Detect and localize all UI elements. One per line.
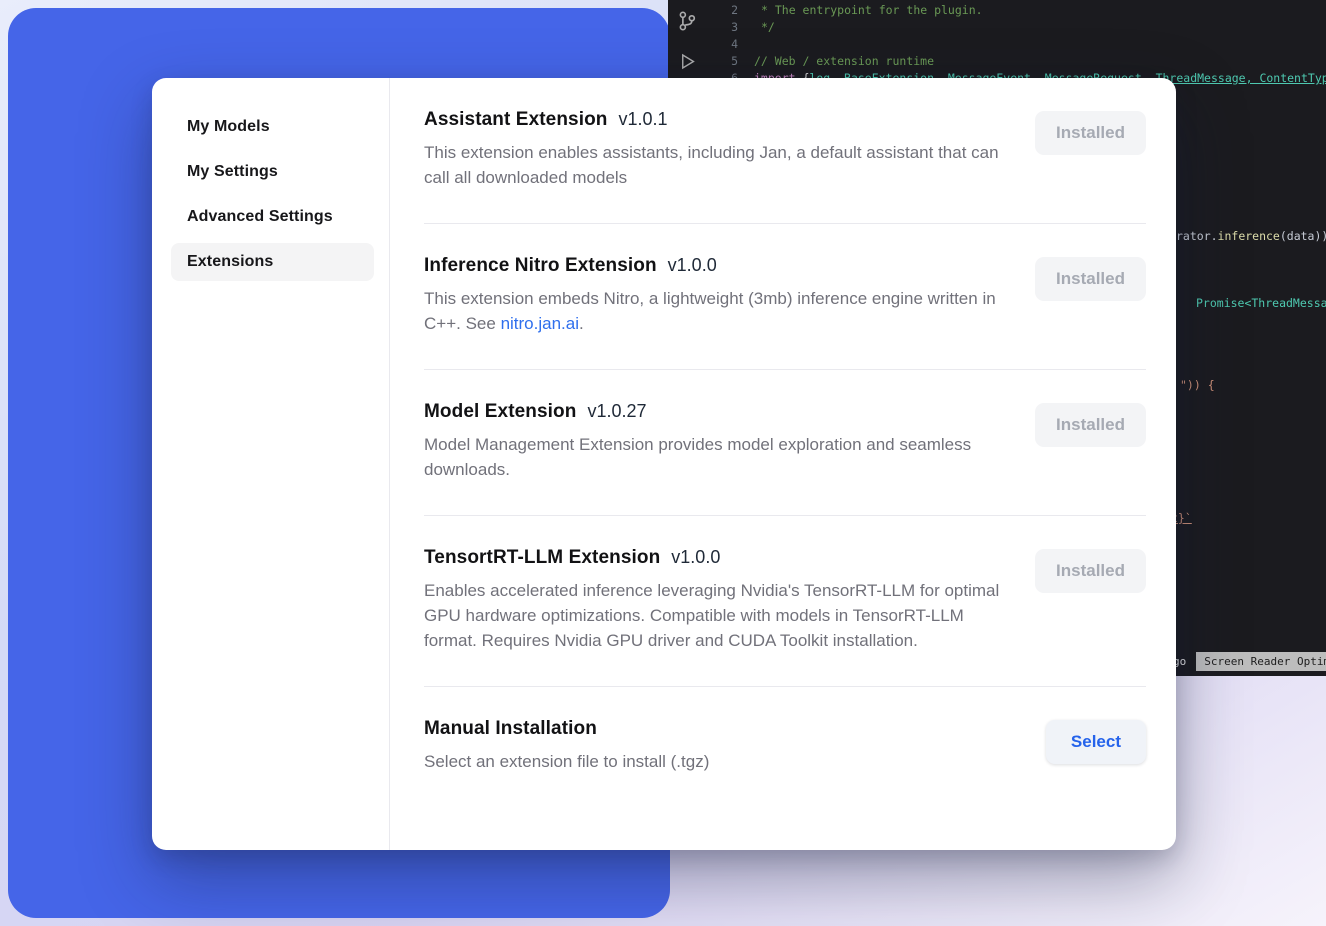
extension-description: This extension enables assistants, inclu… <box>424 140 1002 190</box>
extension-version: v1.0.0 <box>668 255 717 275</box>
extension-name: Model Extension <box>424 401 576 422</box>
code-fragment: rator.inference(data)); <box>1176 228 1326 245</box>
source-control-icon[interactable] <box>676 10 698 37</box>
extension-name: TensortRT-LLM Extension <box>424 547 660 568</box>
settings-sidebar: My Models My Settings Advanced Settings … <box>152 78 390 850</box>
extension-name: Assistant Extension <box>424 109 608 130</box>
extension-title-row: Model Extension v1.0.27 <box>424 401 1002 423</box>
code-text: ")) { <box>1180 378 1215 392</box>
extension-row-model: Model Extension v1.0.27 Model Management … <box>424 370 1146 516</box>
sidebar-item-my-models[interactable]: My Models <box>171 108 374 146</box>
select-button[interactable]: Select <box>1046 720 1146 764</box>
extension-description: Enables accelerated inference leveraging… <box>424 578 1002 653</box>
description-text: . <box>579 314 584 333</box>
code-text: inference <box>1218 229 1280 243</box>
sidebar-item-my-settings[interactable]: My Settings <box>171 153 374 191</box>
extension-info: TensortRT-LLM Extension v1.0.0 Enables ac… <box>424 547 1002 653</box>
extension-info: Model Extension v1.0.27 Model Management … <box>424 401 1002 482</box>
nitro-jan-ai-link[interactable]: nitro.jan.ai <box>501 314 579 333</box>
code-line: 4 <box>712 36 1326 53</box>
extension-row-tensorrt-llm: TensortRT-LLM Extension v1.0.0 Enables ac… <box>424 516 1146 687</box>
extension-info: Assistant Extension v1.0.1 This extension… <box>424 109 1002 190</box>
code-line: 5 // Web / extension runtime <box>712 53 1326 70</box>
installed-button[interactable]: Installed <box>1035 257 1146 301</box>
sidebar-item-advanced-settings[interactable]: Advanced Settings <box>171 198 374 236</box>
extension-description: This extension embeds Nitro, a lightweig… <box>424 286 1002 336</box>
line-number: 2 <box>712 2 744 19</box>
line-number: 5 <box>712 53 744 70</box>
code-text: (data)); <box>1280 229 1326 243</box>
extension-title-row: TensortRT-LLM Extension v1.0.0 <box>424 547 1002 569</box>
extension-row-assistant: Assistant Extension v1.0.1 This extension… <box>424 78 1146 224</box>
screenshot-stage: 2 * The entrypoint for the plugin. 3 */ … <box>0 0 1326 926</box>
extension-name: Manual Installation <box>424 718 597 739</box>
code-fragment: ")) { <box>1180 377 1215 394</box>
extension-version: v1.0.1 <box>619 109 668 129</box>
sidebar-item-extensions[interactable]: Extensions <box>171 243 374 281</box>
settings-card: My Models My Settings Advanced Settings … <box>152 78 1176 850</box>
extension-title-row: Assistant Extension v1.0.1 <box>424 109 1002 131</box>
code-text: // Web / extension runtime <box>754 53 934 70</box>
extension-info: Inference Nitro Extension v1.0.0 This ext… <box>424 255 1002 336</box>
line-number: 4 <box>712 36 744 53</box>
line-number: 3 <box>712 19 744 36</box>
extension-row-manual-installation: Manual Installation Select an extension … <box>424 687 1146 807</box>
editor-status-bar: go Screen Reader Optimized <box>1173 652 1326 671</box>
code-line: 2 * The entrypoint for the plugin. <box>712 2 1326 19</box>
extension-title-row: Manual Installation <box>424 718 709 740</box>
code-text: */ <box>754 19 775 36</box>
extension-version: v1.0.0 <box>671 547 720 567</box>
extensions-list: Assistant Extension v1.0.1 This extension… <box>390 78 1176 850</box>
code-line: 3 */ <box>712 19 1326 36</box>
installed-button[interactable]: Installed <box>1035 549 1146 593</box>
installed-button[interactable]: Installed <box>1035 111 1146 155</box>
extension-row-inference-nitro: Inference Nitro Extension v1.0.0 This ext… <box>424 224 1146 370</box>
extension-info: Manual Installation Select an extension … <box>424 718 709 774</box>
code-text: rator. <box>1176 229 1218 243</box>
code-fragment: Promise<ThreadMessage> <box>1196 295 1326 312</box>
code-area: 2 * The entrypoint for the plugin. 3 */ … <box>712 2 1326 87</box>
extension-description: Model Management Extension provides mode… <box>424 432 1002 482</box>
extension-name: Inference Nitro Extension <box>424 255 657 276</box>
screen-reader-status-chip[interactable]: Screen Reader Optimized <box>1196 652 1326 671</box>
installed-button[interactable]: Installed <box>1035 403 1146 447</box>
extension-description: Select an extension file to install (.tg… <box>424 749 709 774</box>
code-text: * The entrypoint for the plugin. <box>754 2 983 19</box>
extension-title-row: Inference Nitro Extension v1.0.0 <box>424 255 1002 277</box>
extension-version: v1.0.27 <box>587 401 646 421</box>
run-icon[interactable] <box>678 52 697 76</box>
